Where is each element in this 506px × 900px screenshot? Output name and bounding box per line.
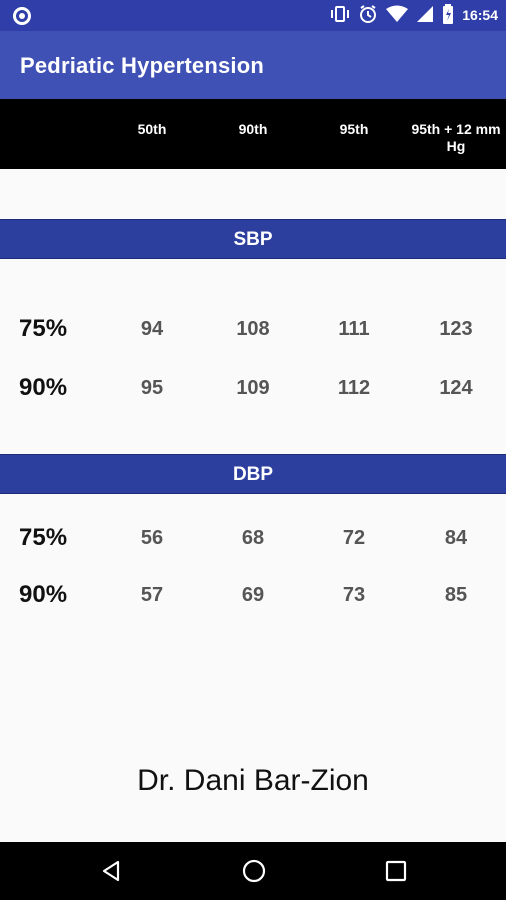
back-icon[interactable]: [96, 856, 126, 886]
row-percentile: 90%: [19, 374, 68, 401]
table-row: 90% 57 69 73 85: [0, 575, 506, 615]
home-icon[interactable]: [239, 856, 269, 886]
table-row: 75% 94 108 111 123: [0, 309, 506, 349]
signal-icon: [416, 5, 434, 28]
cell-value: 69: [241, 584, 265, 606]
cell-value: 109: [236, 377, 270, 399]
cell-value: 84: [444, 527, 468, 549]
cell-value: 68: [241, 527, 265, 549]
cell-value: 123: [439, 318, 473, 340]
column-header-95th-plus-12: 95th + 12 mm Hg: [411, 121, 501, 154]
table-row: 75% 56 68 72 84: [0, 518, 506, 558]
section-header-dbp: DBP: [0, 454, 506, 494]
cell-value: 73: [342, 584, 366, 606]
cell-value: 57: [140, 584, 164, 606]
status-icons: [330, 3, 454, 29]
column-header-95th: 95th: [339, 121, 369, 137]
section-label: DBP: [232, 464, 274, 485]
cell-value: 111: [338, 318, 370, 340]
column-header-90th: 90th: [238, 121, 268, 137]
author-credit: Dr. Dani Bar-Zion: [137, 764, 369, 797]
cell-value: 56: [140, 527, 164, 549]
notification-icon: [13, 7, 31, 25]
status-bar: 16:54: [0, 0, 506, 31]
cell-value: 112: [337, 377, 371, 399]
cell-value: 124: [439, 377, 473, 399]
battery-icon: [442, 3, 454, 29]
alarm-icon: [358, 4, 378, 29]
row-percentile: 75%: [19, 524, 68, 551]
row-percentile: 90%: [19, 581, 68, 608]
cell-value: 72: [342, 527, 366, 549]
cell-value: 95: [140, 377, 164, 399]
status-time: 16:54: [462, 7, 498, 23]
app-bar: Pedriatic Hypertension: [0, 31, 506, 99]
app-title: Pedriatic Hypertension: [20, 53, 265, 78]
cell-value: 94: [140, 318, 164, 340]
recents-icon[interactable]: [381, 856, 411, 886]
cell-value: 108: [236, 318, 270, 340]
section-header-sbp: SBP: [0, 219, 506, 259]
section-label: SBP: [233, 229, 273, 250]
navigation-bar: [0, 842, 506, 900]
column-header-50th: 50th: [137, 121, 167, 137]
cell-value: 85: [444, 584, 468, 606]
wifi-icon: [386, 5, 408, 28]
vibrate-icon: [330, 5, 350, 28]
table-header: 50th 90th 95th 95th + 12 mm Hg: [0, 99, 506, 169]
row-percentile: 75%: [19, 315, 68, 342]
table-row: 90% 95 109 112 124: [0, 368, 506, 408]
